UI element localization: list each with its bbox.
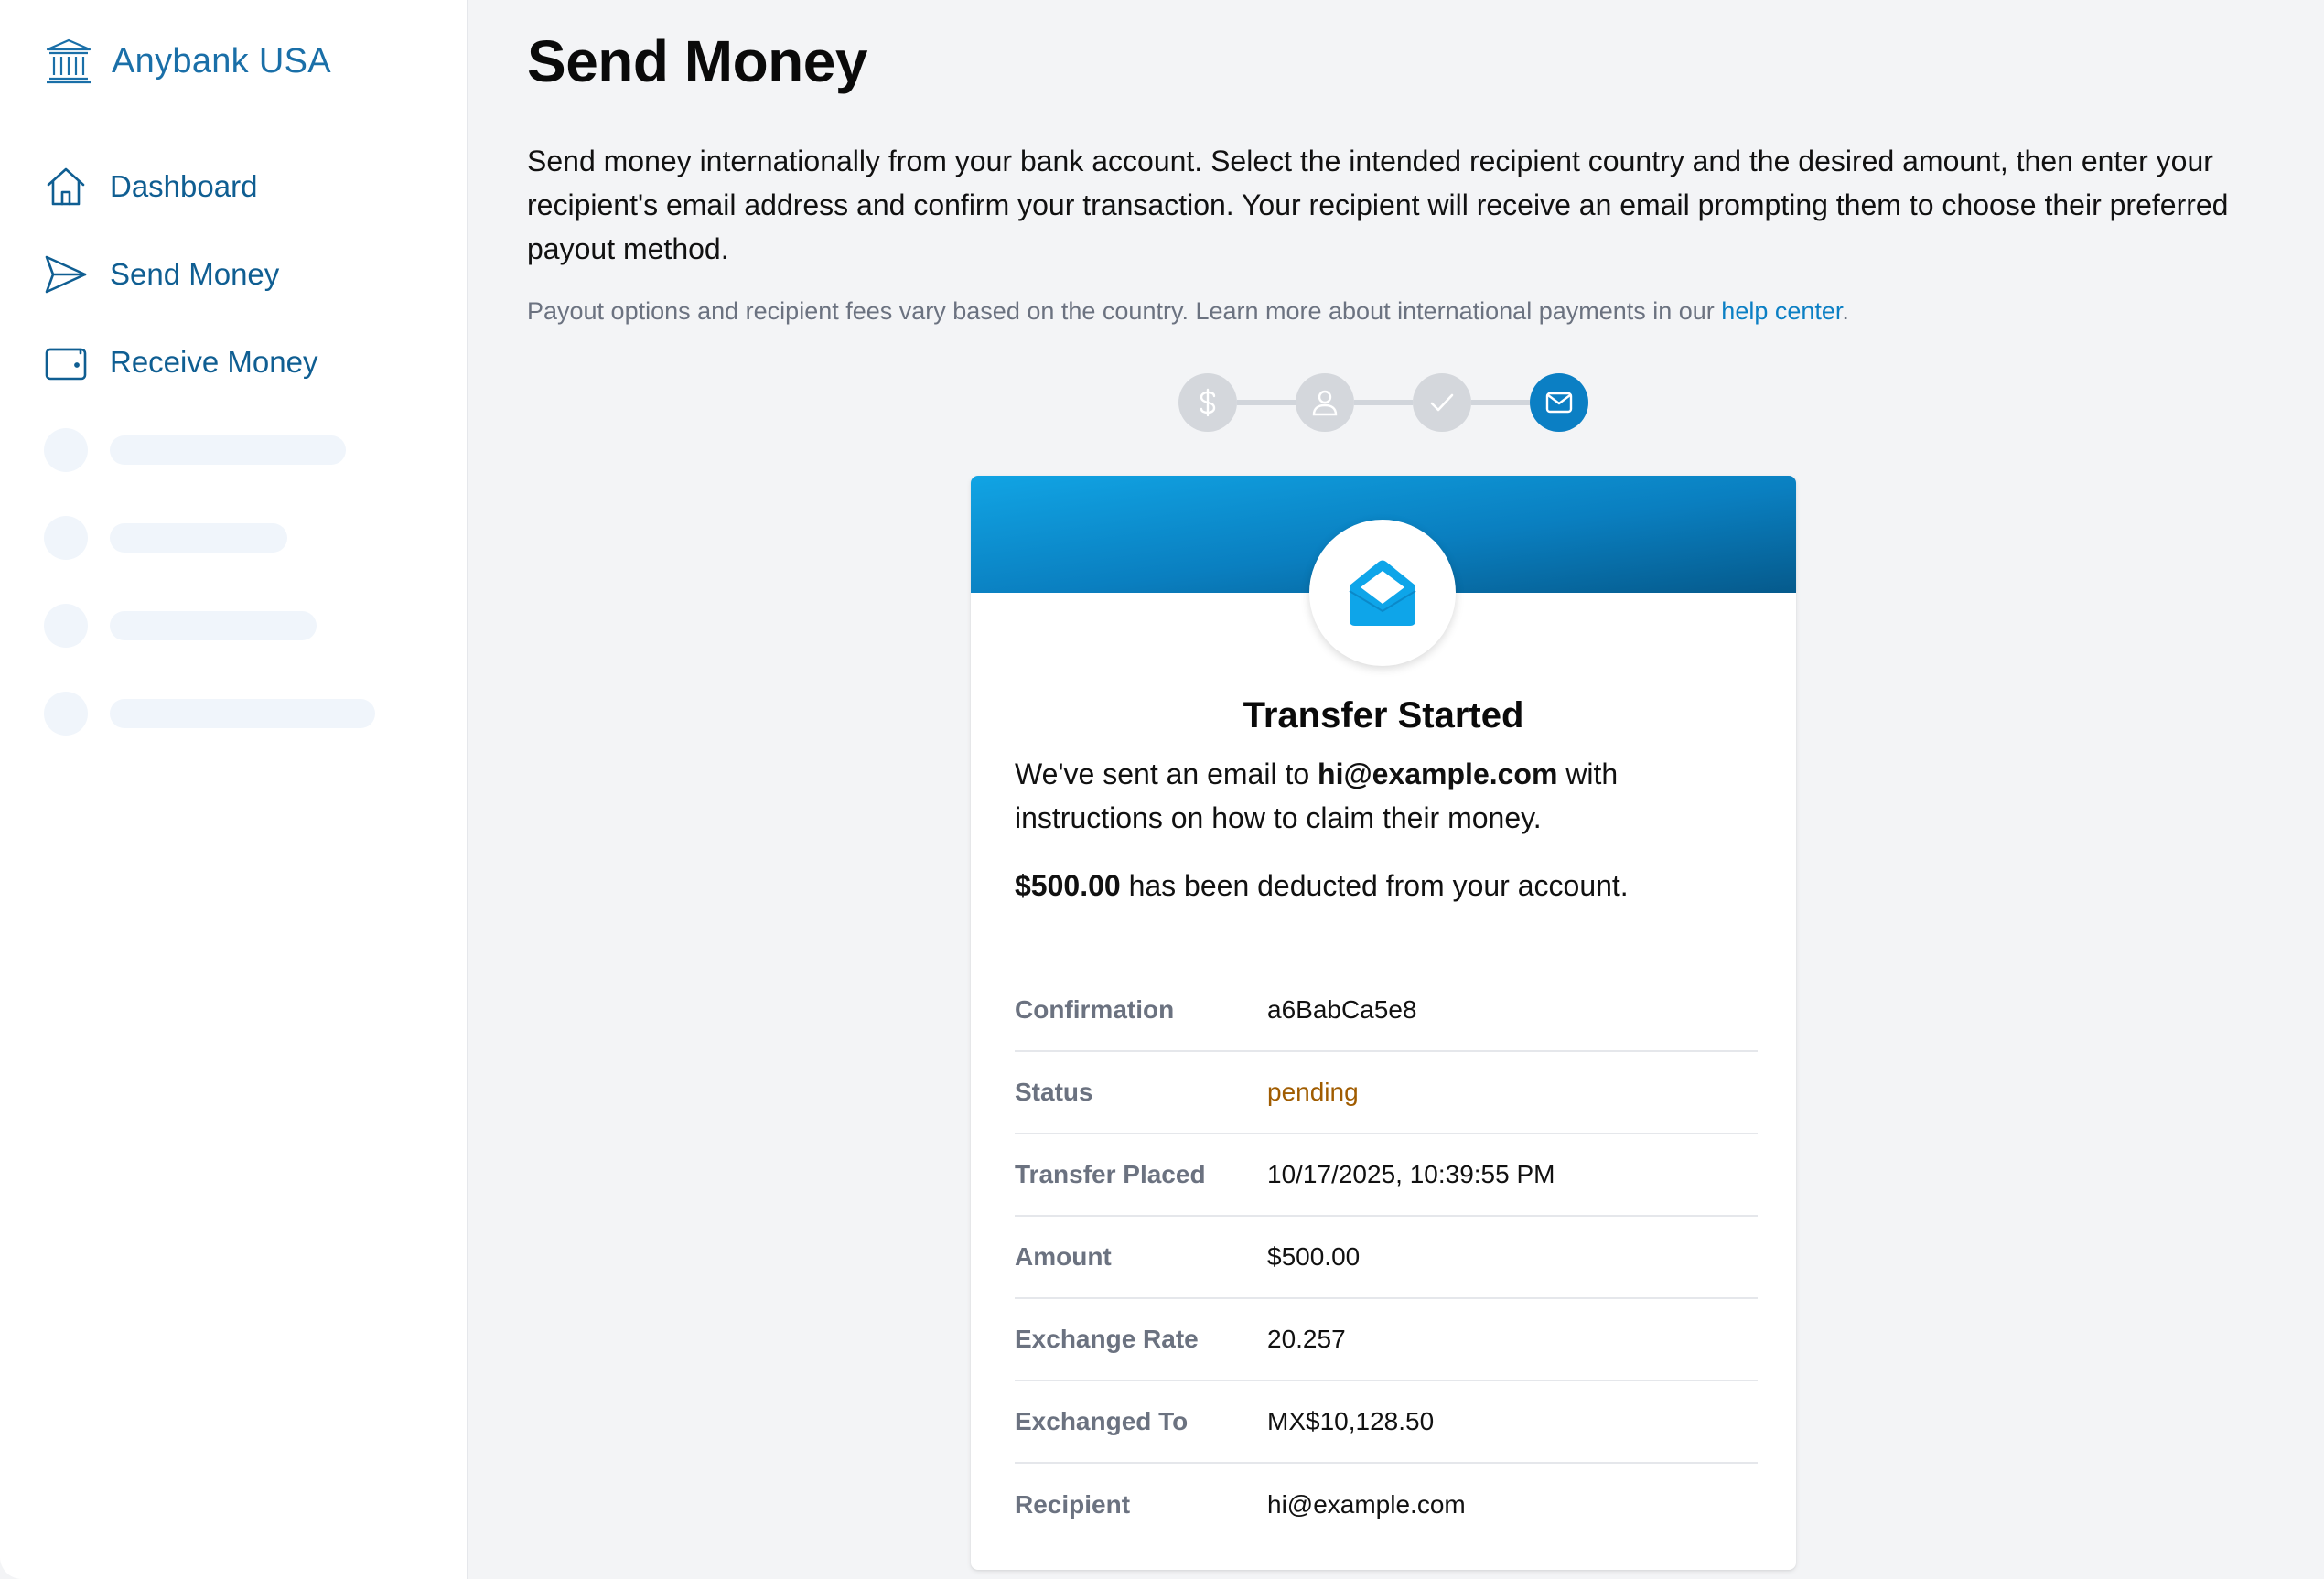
detail-label: Recipient [1015,1490,1131,1519]
card-title: Transfer Started [1243,695,1524,736]
detail-row-transfer-placed: Transfer Placed 10/17/2025, 10:39:55 PM [1015,1134,1758,1217]
detail-row-amount: Amount $500.00 [1015,1217,1758,1299]
step-connector [1237,400,1296,405]
step-complete [1530,373,1588,432]
step-amount [1178,373,1237,432]
page-note-suffix: . [1842,297,1849,325]
page-note: Payout options and recipient fees vary b… [527,295,1849,328]
wallet-icon [45,348,87,381]
detail-label: Status [1015,1078,1093,1106]
check-icon [1430,393,1454,412]
detail-label: Transfer Placed [1015,1160,1206,1188]
recipient-email: hi@example.com [1318,757,1558,790]
skeleton-item [44,516,287,560]
step-confirm [1413,373,1471,432]
card-badge [1309,520,1456,666]
page-title: Send Money [527,28,867,94]
brand-name: Anybank USA [112,41,331,81]
paper-plane-icon [45,255,87,294]
sidebar-nav: Dashboard Send Money Receive Money [44,161,317,424]
detail-row-confirmation: Confirmation a6BabCa5e8 [1015,970,1758,1052]
step-connector [1471,400,1530,405]
skeleton-bar [110,611,317,640]
email-sent-prefix: We've sent an email to [1015,757,1318,790]
skeleton-item [44,692,375,736]
deducted-message: $500.00 has been deducted from your acco… [1015,864,1758,908]
open-envelope-icon [1349,560,1416,626]
detail-label: Exchange Rate [1015,1325,1199,1353]
step-recipient [1296,373,1354,432]
progress-stepper [1178,373,1588,432]
deducted-suffix: has been deducted from your account. [1120,869,1629,902]
page-note-text: Payout options and recipient fees vary b… [527,297,1722,325]
skeleton-item [44,428,346,472]
sidebar-item-label: Receive Money [110,345,318,379]
skeleton-bar [110,435,346,465]
skeleton-bar [110,699,375,728]
skeleton-item [44,604,317,648]
deducted-amount: $500.00 [1015,869,1121,902]
detail-value: hi@example.com [1267,1490,1466,1519]
user-icon [1312,390,1338,416]
sidebar-item-send-money[interactable]: Send Money [44,249,317,300]
skeleton-bar [110,523,287,553]
skeleton-circle [44,428,88,472]
home-icon [47,167,85,206]
detail-value: 20.257 [1267,1325,1346,1353]
detail-label: Exchanged To [1015,1407,1189,1435]
sidebar-item-receive-money[interactable]: Receive Money [44,337,317,388]
skeleton-circle [44,692,88,736]
detail-label: Amount [1015,1242,1112,1271]
sidebar-item-label: Dashboard [110,169,258,203]
detail-row-recipient: Recipient hi@example.com [1015,1464,1758,1546]
dollar-icon [1200,388,1216,417]
skeleton-circle [44,516,88,560]
detail-value: 10/17/2025, 10:39:55 PM [1267,1160,1555,1188]
sidebar: Anybank USA Dashboard Send Money Receive… [0,0,468,1579]
status-badge: pending [1267,1078,1359,1106]
detail-label: Confirmation [1015,995,1175,1024]
help-center-link[interactable]: help center [1721,297,1842,325]
skeleton-circle [44,604,88,648]
detail-row-status: Status pending [1015,1052,1758,1134]
sidebar-item-dashboard[interactable]: Dashboard [44,161,317,212]
step-connector [1354,400,1413,405]
brand[interactable]: Anybank USA [44,37,331,86]
sidebar-item-label: Send Money [110,257,280,291]
page-intro: Send money internationally from your ban… [527,145,2229,265]
mail-icon [1545,392,1573,414]
bank-icon [46,38,91,84]
detail-value: $500.00 [1267,1242,1361,1271]
transfer-confirmation-card: Transfer Started We've sent an email to … [971,476,1796,1570]
email-sent-message: We've sent an email to hi@example.com wi… [1015,752,1758,840]
detail-value: a6BabCa5e8 [1267,995,1417,1024]
detail-row-exchanged-to: Exchanged To MX$10,128.50 [1015,1381,1758,1464]
transfer-details: Confirmation a6BabCa5e8 Status pending T… [1015,970,1758,1546]
detail-row-exchange-rate: Exchange Rate 20.257 [1015,1299,1758,1381]
detail-value: MX$10,128.50 [1267,1407,1435,1435]
